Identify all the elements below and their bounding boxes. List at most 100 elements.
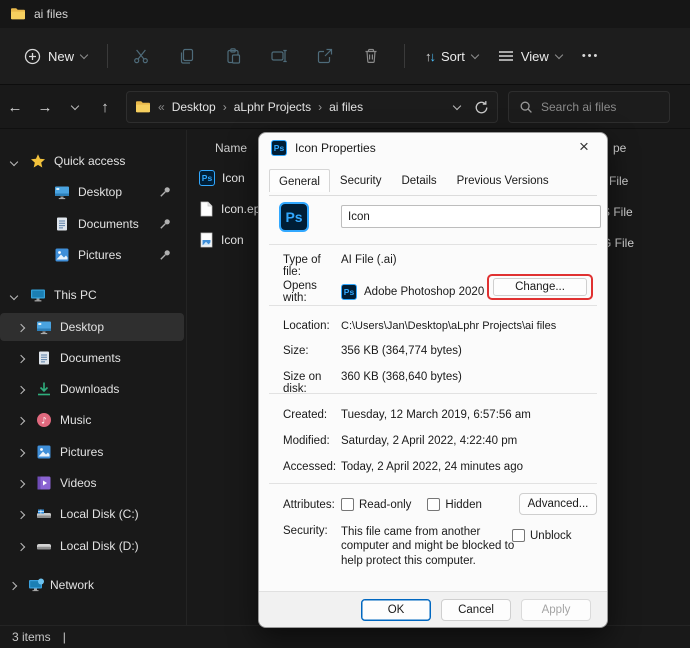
breadcrumb-desktop[interactable]: Desktop: [172, 100, 216, 114]
name-column-header[interactable]: Name: [215, 141, 247, 155]
new-button[interactable]: New: [14, 42, 97, 71]
sidebar-item-desktop-qa[interactable]: Desktop: [0, 178, 184, 206]
new-button-label: New: [48, 48, 75, 64]
sort-button-label: Sort: [441, 48, 465, 64]
desktop-icon: [54, 184, 70, 200]
chevron-right-icon[interactable]: [16, 385, 26, 395]
photoshop-file-icon: Ps: [271, 140, 287, 156]
unblock-checkbox[interactable]: [512, 529, 525, 542]
up-arrow-icon: ↑: [101, 98, 109, 116]
sidebar-item-desktop-pc[interactable]: Desktop: [0, 313, 184, 341]
hidden-checkbox[interactable]: [427, 498, 441, 511]
ok-button[interactable]: OK: [361, 598, 431, 621]
tab-previous-versions[interactable]: Previous Versions: [447, 170, 559, 191]
cut-button[interactable]: [118, 47, 164, 65]
this-pc-icon: [30, 287, 46, 303]
address-dropdown-icon[interactable]: [452, 101, 462, 110]
file-type: File: [609, 174, 629, 188]
recent-locations-button[interactable]: [60, 101, 90, 110]
toolbar-divider: [404, 44, 406, 68]
rename-button[interactable]: [256, 47, 302, 65]
sidebar-item-local-disk-c[interactable]: Local Disk (C:): [0, 500, 184, 528]
folder-icon: [135, 99, 151, 115]
refresh-icon[interactable]: [474, 100, 489, 115]
cancel-button[interactable]: Cancel: [441, 598, 511, 621]
change-button[interactable]: Change...: [493, 278, 587, 296]
chevron-right-icon[interactable]: [8, 581, 18, 591]
type-of-file-value: AI File (.ai): [341, 254, 397, 266]
pin-icon: [159, 248, 172, 261]
chevron-right-icon[interactable]: [16, 542, 26, 552]
sidebar-item-label: Desktop: [60, 320, 105, 334]
delete-button[interactable]: [348, 47, 394, 65]
file-name-input[interactable]: [341, 205, 601, 228]
sidebar-item-documents-pc[interactable]: Documents: [0, 344, 184, 372]
search-input[interactable]: [541, 100, 651, 114]
chevron-down-icon[interactable]: [9, 157, 19, 167]
sidebar-item-label: Pictures: [78, 248, 122, 262]
chevron-right-icon[interactable]: [16, 323, 26, 333]
sidebar-item-label: Music: [60, 413, 92, 427]
size-on-disk-value: 360 KB (368,640 bytes): [341, 371, 462, 383]
crumb-separator-icon: ›: [318, 100, 323, 114]
dialog-close-button[interactable]: ×: [573, 137, 595, 157]
file-row-1[interactable]: Ps Icon: [199, 170, 245, 186]
search-icon: [519, 100, 533, 114]
size-row: Size: 356 KB (364,774 bytes): [283, 345, 597, 357]
read-only-checkbox[interactable]: [341, 498, 354, 511]
chevron-down-icon: [79, 50, 89, 59]
forward-button[interactable]: →: [30, 99, 60, 116]
apply-button[interactable]: Apply: [521, 598, 591, 621]
address-bar[interactable]: « Desktop › aLphr Projects › ai files: [126, 91, 498, 123]
sidebar-item-documents-qa[interactable]: Documents: [0, 210, 184, 238]
accessed-label: Accessed:: [283, 461, 337, 473]
copy-icon: [180, 48, 194, 64]
photoshop-app-icon-small: Ps: [341, 284, 357, 300]
advanced-button[interactable]: Advanced...: [519, 493, 597, 515]
breadcrumb-ai-files[interactable]: ai files: [329, 100, 363, 114]
view-button[interactable]: View: [488, 43, 572, 70]
sidebar-section-this-pc[interactable]: This PC: [0, 281, 184, 309]
copy-button[interactable]: [164, 47, 210, 65]
view-list-icon: [498, 49, 514, 63]
back-button[interactable]: ←: [0, 99, 30, 116]
share-button[interactable]: [302, 47, 348, 65]
see-more-button[interactable]: •••: [572, 44, 610, 68]
file-row-3[interactable]: Icon: [199, 232, 244, 248]
type-column-header[interactable]: pe: [613, 141, 626, 155]
sidebar-item-local-disk-d[interactable]: Local Disk (D:): [0, 532, 184, 560]
tab-security[interactable]: Security: [330, 170, 392, 191]
chevron-right-icon[interactable]: [16, 448, 26, 458]
sidebar-section-quick-access[interactable]: Quick access: [0, 147, 184, 175]
chevron-down-icon[interactable]: [9, 291, 19, 301]
sidebar-item-pictures-qa[interactable]: Pictures: [0, 241, 184, 269]
tab-details[interactable]: Details: [391, 170, 446, 191]
disk-d-icon: [36, 538, 52, 554]
trash-icon: [365, 48, 377, 64]
paste-icon: [227, 48, 241, 64]
sidebar-item-downloads[interactable]: Downloads: [0, 375, 184, 403]
chevron-right-icon[interactable]: [16, 354, 26, 364]
breadcrumb-alphr-projects[interactable]: aLphr Projects: [234, 100, 311, 114]
sidebar-item-pictures-pc[interactable]: Pictures: [0, 438, 184, 466]
sidebar-section-network[interactable]: Network: [0, 571, 184, 599]
up-button[interactable]: ↑: [90, 99, 120, 116]
sort-button[interactable]: ↑↓ Sort: [415, 43, 488, 70]
chevron-right-icon[interactable]: [16, 479, 26, 489]
chevron-right-icon[interactable]: [16, 416, 26, 426]
tab-general[interactable]: General: [269, 169, 330, 192]
icon-properties-dialog: Ps Icon Properties × General Security De…: [258, 132, 608, 628]
sidebar: Quick access Desktop Documents Pictures …: [0, 130, 186, 625]
unblock-control: Unblock: [512, 529, 572, 542]
sidebar-item-music[interactable]: ♪ Music: [0, 406, 184, 434]
sidebar-item-videos[interactable]: Videos: [0, 469, 184, 497]
dialog-footer: OK Cancel Apply: [259, 591, 607, 627]
search-box[interactable]: [508, 91, 670, 123]
file-row-2[interactable]: Icon.ep: [199, 201, 260, 217]
security-label: Security:: [283, 525, 328, 537]
created-value: Tuesday, 12 March 2019, 6:57:56 am: [341, 409, 531, 421]
paste-button[interactable]: [210, 47, 256, 65]
breadcrumb-overflow-icon[interactable]: «: [158, 100, 165, 114]
location-value: C:\Users\Jan\Desktop\aLphr Projects\ai f…: [341, 320, 557, 332]
chevron-right-icon[interactable]: [16, 510, 26, 520]
